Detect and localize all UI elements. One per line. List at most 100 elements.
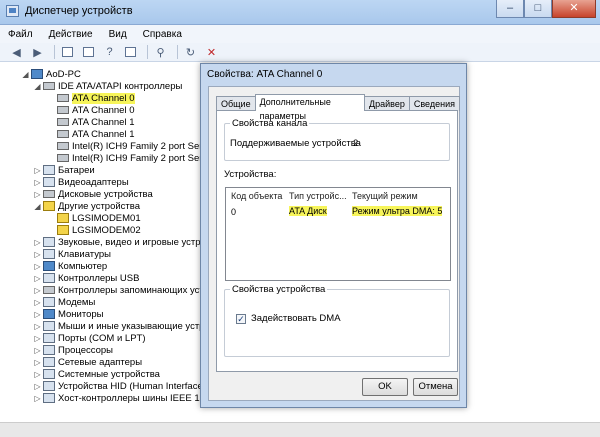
tree-item[interactable]: ▷ Дисковые устройства	[34, 188, 152, 200]
menu-action[interactable]: Действие	[41, 29, 101, 40]
dialog-body: Общие Дополнительные параметры Драйвер С…	[208, 86, 460, 401]
tree-item[interactable]: ◢ Другие устройства	[34, 200, 140, 212]
column-header-object-code[interactable]: Код объекта	[231, 191, 282, 201]
tree-item[interactable]: Intel(R) ICH9 Family 2 port Serial A	[57, 140, 220, 152]
expand-arrow-icon[interactable]: ▷	[34, 298, 41, 307]
tree-item[interactable]: ATA Channel 0	[57, 104, 135, 116]
usb-icon	[43, 273, 55, 283]
tree-item[interactable]: ▷ Хост-контроллеры шины IEEE 1394	[34, 392, 215, 404]
expand-arrow-icon[interactable]: ▷	[34, 334, 41, 343]
menu-file[interactable]: Файл	[0, 29, 41, 40]
close-button[interactable]: ✕	[552, 0, 596, 18]
column-header-device-type[interactable]: Тип устройс...	[289, 191, 347, 201]
tree-item[interactable]: ▷ Устройства HID (Human Interface De	[34, 380, 217, 392]
expand-arrow-icon[interactable]: ▷	[34, 274, 41, 283]
tree-item[interactable]: ▷ Системные устройства	[34, 368, 160, 380]
table-row[interactable]: 0 ATA Диск Режим ультра DMA: 5	[226, 205, 448, 218]
update-driver-icon[interactable]: ↻	[182, 44, 199, 60]
menu-bar: Файл Действие Вид Справка	[0, 25, 600, 43]
menu-help[interactable]: Справка	[135, 29, 190, 40]
expand-arrow-icon[interactable]: ▷	[34, 346, 41, 355]
tree-item[interactable]: ▷ Клавиатуры	[34, 248, 111, 260]
ide-channel-icon	[57, 142, 69, 150]
toolbar-separator	[147, 45, 148, 59]
tree-item[interactable]: LGSIMODEM02	[57, 224, 141, 236]
scan-hardware-icon[interactable]: ⚲	[152, 44, 169, 60]
tree-item[interactable]: ATA Channel 1	[57, 128, 135, 140]
tree-item[interactable]: ▷ Компьютер	[34, 260, 107, 272]
expand-arrow-icon[interactable]: ▷	[34, 394, 41, 403]
tree-item[interactable]: Intel(R) ICH9 Family 2 port Serial A	[57, 152, 220, 164]
device-manager-icon	[6, 5, 19, 17]
toolbar-separator	[177, 45, 178, 59]
tree-item-label: Видеоадаптеры	[58, 176, 129, 188]
collapse-arrow-icon[interactable]: ◢	[34, 202, 41, 211]
tree-item[interactable]: ▷ Процессоры	[34, 344, 113, 356]
show-hide-tree-icon[interactable]	[80, 44, 97, 60]
expand-arrow-icon[interactable]: ▷	[34, 310, 41, 319]
forward-arrow-icon[interactable]: ▶	[29, 44, 46, 60]
expand-arrow-icon[interactable]: ▷	[34, 322, 41, 331]
tree-item-label: Сетевые адаптеры	[58, 356, 143, 368]
tab-general[interactable]: Общие	[216, 96, 256, 111]
enable-dma-checkbox[interactable]: ✓	[236, 314, 246, 324]
tab-details[interactable]: Сведения	[408, 96, 460, 111]
ok-button[interactable]: OK	[362, 378, 408, 396]
tree-item[interactable]: ▷ Модемы	[34, 296, 95, 308]
expand-arrow-icon[interactable]: ▷	[34, 250, 41, 259]
disk-drive-icon	[43, 190, 55, 198]
enable-dma-label: Задействовать DMA	[251, 313, 341, 324]
console-icon[interactable]	[122, 44, 139, 60]
tree-item-label: ATA Channel 1	[72, 128, 135, 140]
tree-item[interactable]: ▷ Сетевые адаптеры	[34, 356, 142, 368]
group-title: Устройства:	[224, 169, 277, 180]
menu-view[interactable]: Вид	[101, 29, 135, 40]
tree-item[interactable]: ▷ Звуковые, видео и игровые устройс	[34, 236, 215, 248]
devices-list[interactable]: Код объекта Тип устройс... Текущий режим…	[225, 187, 451, 281]
expand-arrow-icon[interactable]: ▷	[34, 370, 41, 379]
display-adapter-icon	[43, 177, 55, 187]
expand-arrow-icon[interactable]: ▷	[34, 286, 41, 295]
expand-arrow-icon[interactable]: ▷	[34, 358, 41, 367]
expand-arrow-icon[interactable]: ▷	[34, 238, 41, 247]
expand-arrow-icon[interactable]: ▷	[34, 190, 41, 199]
tree-item[interactable]: LGSIMODEM01	[57, 212, 141, 224]
minimize-button[interactable]: –	[496, 0, 524, 18]
group-title: Свойства устройства	[230, 284, 328, 295]
expand-arrow-icon[interactable]: ▷	[34, 382, 41, 391]
properties-dialog: Свойства: ATA Channel 0 Общие Дополнител…	[200, 63, 467, 408]
tree-item[interactable]: ▷ Порты (COM и LPT)	[34, 332, 145, 344]
tree-item[interactable]: ATA Channel 1	[57, 116, 135, 128]
tree-root[interactable]: ◢ AoD-PC	[22, 68, 80, 80]
expand-arrow-icon[interactable]: ▷	[34, 178, 41, 187]
cancel-button[interactable]: Отмена	[413, 378, 458, 396]
tree-item[interactable]: ▷ Видеоадаптеры	[34, 176, 129, 188]
mouse-icon	[43, 321, 55, 331]
tree-item[interactable]: ▷ Мониторы	[34, 308, 103, 320]
column-header-current-mode[interactable]: Текущий режим	[352, 191, 418, 201]
horizontal-scrollbar[interactable]	[0, 422, 600, 437]
tree-item-label: Модемы	[58, 296, 96, 308]
tab-advanced-settings[interactable]: Дополнительные параметры	[254, 94, 366, 121]
tab-driver[interactable]: Драйвер	[364, 96, 410, 111]
tree-item[interactable]: ◢ IDE ATA/ATAPI контроллеры	[34, 80, 182, 92]
ide-controller-icon	[43, 82, 55, 90]
tree-item[interactable]: ▷ Контроллеры USB	[34, 272, 139, 284]
ide-channel-icon	[57, 130, 69, 138]
tree-item[interactable]: ▷ Батареи	[34, 164, 94, 176]
tree-item-label: Клавиатуры	[58, 248, 112, 260]
keyboard-icon	[43, 249, 55, 259]
tree-item-selected[interactable]: ATA Channel 0	[57, 92, 135, 104]
collapse-arrow-icon[interactable]: ◢	[22, 70, 29, 79]
maximize-button[interactable]: □	[524, 0, 552, 18]
back-arrow-icon[interactable]: ◀	[8, 44, 25, 60]
properties-icon[interactable]	[59, 44, 76, 60]
processor-icon	[43, 345, 55, 355]
expand-arrow-icon[interactable]: ▷	[34, 262, 41, 271]
tree-item[interactable]: ▷ Мыши и иные указывающие устройс	[34, 320, 219, 332]
help-icon[interactable]: ?	[101, 44, 118, 60]
tree-item[interactable]: ▷ Контроллеры запоминающих устройс	[34, 284, 224, 296]
expand-arrow-icon[interactable]: ▷	[34, 166, 41, 175]
uninstall-device-icon[interactable]: ✕	[203, 44, 220, 60]
collapse-arrow-icon[interactable]: ◢	[34, 82, 41, 91]
